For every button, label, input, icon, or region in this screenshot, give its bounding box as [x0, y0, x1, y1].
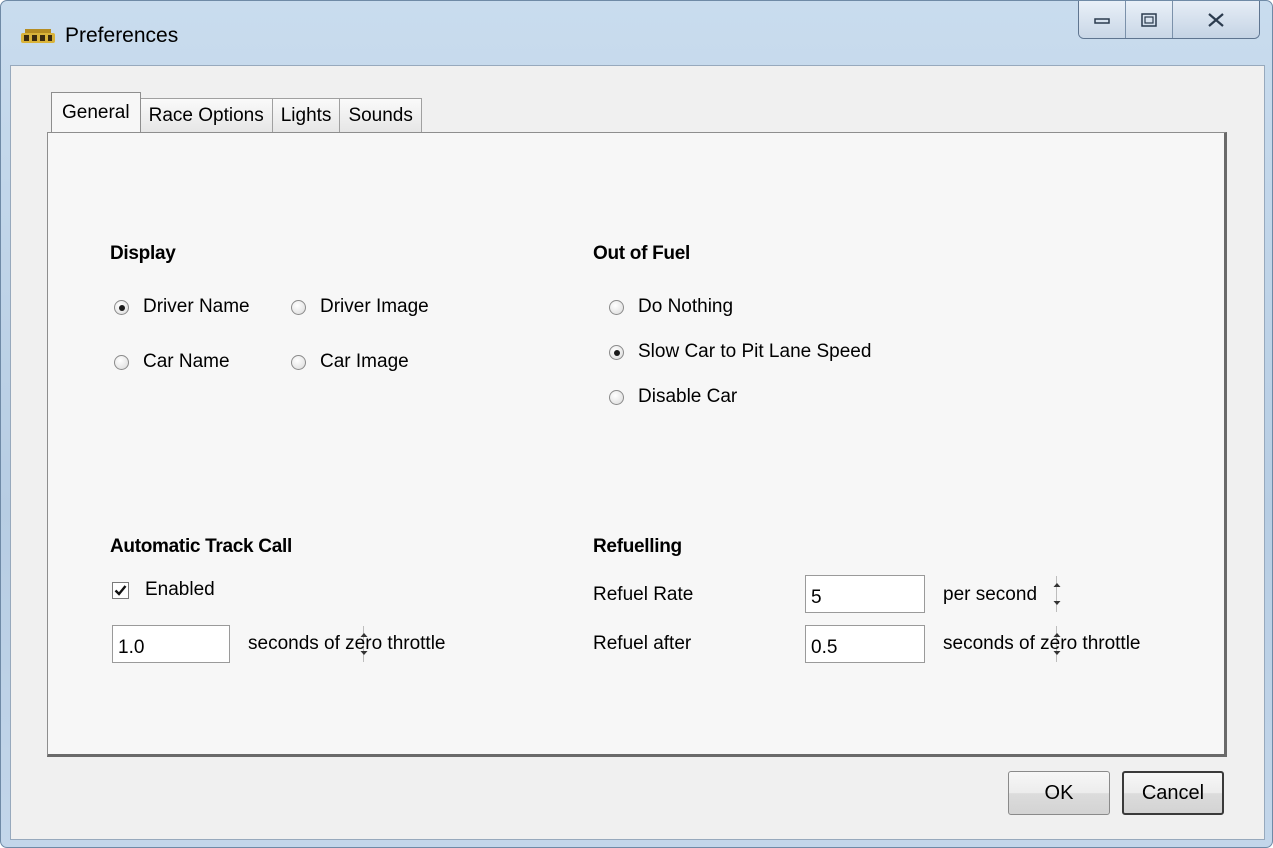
radio-button[interactable] [114, 354, 129, 370]
track-call-enabled[interactable]: Enabled [112, 579, 215, 601]
radio-label: Car Image [320, 351, 409, 372]
radio-driver-name[interactable]: Driver Name [114, 296, 250, 318]
ok-button[interactable]: OK [1008, 771, 1110, 815]
window-title: Preferences [65, 24, 179, 47]
enabled-label: Enabled [145, 579, 215, 600]
radio-button[interactable] [291, 354, 306, 370]
radio-car-image[interactable]: Car Image [291, 351, 409, 373]
tab-lights[interactable]: Lights [271, 98, 341, 132]
dialog-client-area: General Race Options Lights Sounds Displ… [10, 65, 1265, 840]
radio-do-nothing[interactable]: Do Nothing [609, 296, 733, 318]
refuel-after-spinner[interactable] [805, 625, 1061, 663]
cancel-button[interactable]: Cancel [1122, 771, 1224, 815]
arrow-down-icon [1053, 601, 1061, 606]
preferences-window: Preferences General Race Options Lights … [0, 0, 1273, 848]
display-heading: Display [110, 243, 176, 264]
refuel-after-unit: seconds of zero throttle [943, 633, 1141, 654]
title-bar[interactable]: Preferences [1, 1, 1272, 65]
refuel-rate-spinner[interactable] [805, 575, 1061, 613]
tab-sounds[interactable]: Sounds [339, 98, 422, 132]
enabled-checkbox[interactable] [112, 581, 129, 599]
radio-label: Disable Car [638, 386, 738, 407]
radio-button[interactable] [291, 299, 306, 315]
radio-driver-image[interactable]: Driver Image [291, 296, 429, 318]
radio-label: Driver Image [320, 296, 429, 317]
radio-label: Slow Car to Pit Lane Speed [638, 341, 872, 362]
track-call-seconds-label: seconds of zero throttle [248, 633, 446, 654]
refuel-rate-unit: per second [943, 584, 1038, 605]
arrow-up-icon [1053, 582, 1061, 587]
radio-button[interactable] [609, 344, 624, 360]
radio-button[interactable] [609, 299, 624, 315]
radio-label: Do Nothing [638, 296, 734, 317]
radio-label: Driver Name [143, 296, 250, 317]
caption-buttons [1078, 1, 1260, 39]
radio-button[interactable] [114, 299, 129, 315]
radio-label: Car Name [143, 351, 230, 372]
close-icon [1208, 13, 1224, 27]
tab-race-options[interactable]: Race Options [139, 98, 273, 132]
radio-disable-car[interactable]: Disable Car [609, 386, 737, 408]
general-tab-panel: Display Driver Name Driver Image Car Nam… [47, 132, 1227, 757]
tab-general[interactable]: General [51, 92, 141, 132]
track-call-seconds-spinner[interactable] [112, 625, 368, 663]
maximize-button[interactable] [1126, 1, 1173, 38]
radio-car-name[interactable]: Car Name [114, 351, 230, 373]
radio-button[interactable] [609, 389, 624, 405]
minimize-button[interactable] [1079, 1, 1126, 38]
track-call-heading: Automatic Track Call [110, 536, 292, 557]
tab-strip: General Race Options Lights Sounds [51, 92, 422, 132]
checkmark-icon [114, 584, 127, 596]
spinner-arrows [1053, 576, 1061, 612]
refuel-after-label: Refuel after [593, 633, 692, 654]
maximize-icon [1141, 13, 1157, 27]
radio-slow-car[interactable]: Slow Car to Pit Lane Speed [609, 341, 871, 363]
close-button[interactable] [1173, 1, 1259, 38]
out-of-fuel-heading: Out of Fuel [593, 243, 690, 264]
minimize-icon [1094, 18, 1110, 24]
refuel-rate-label: Refuel Rate [593, 584, 694, 605]
app-logo-icon [21, 29, 55, 43]
refuelling-heading: Refuelling [593, 536, 682, 557]
